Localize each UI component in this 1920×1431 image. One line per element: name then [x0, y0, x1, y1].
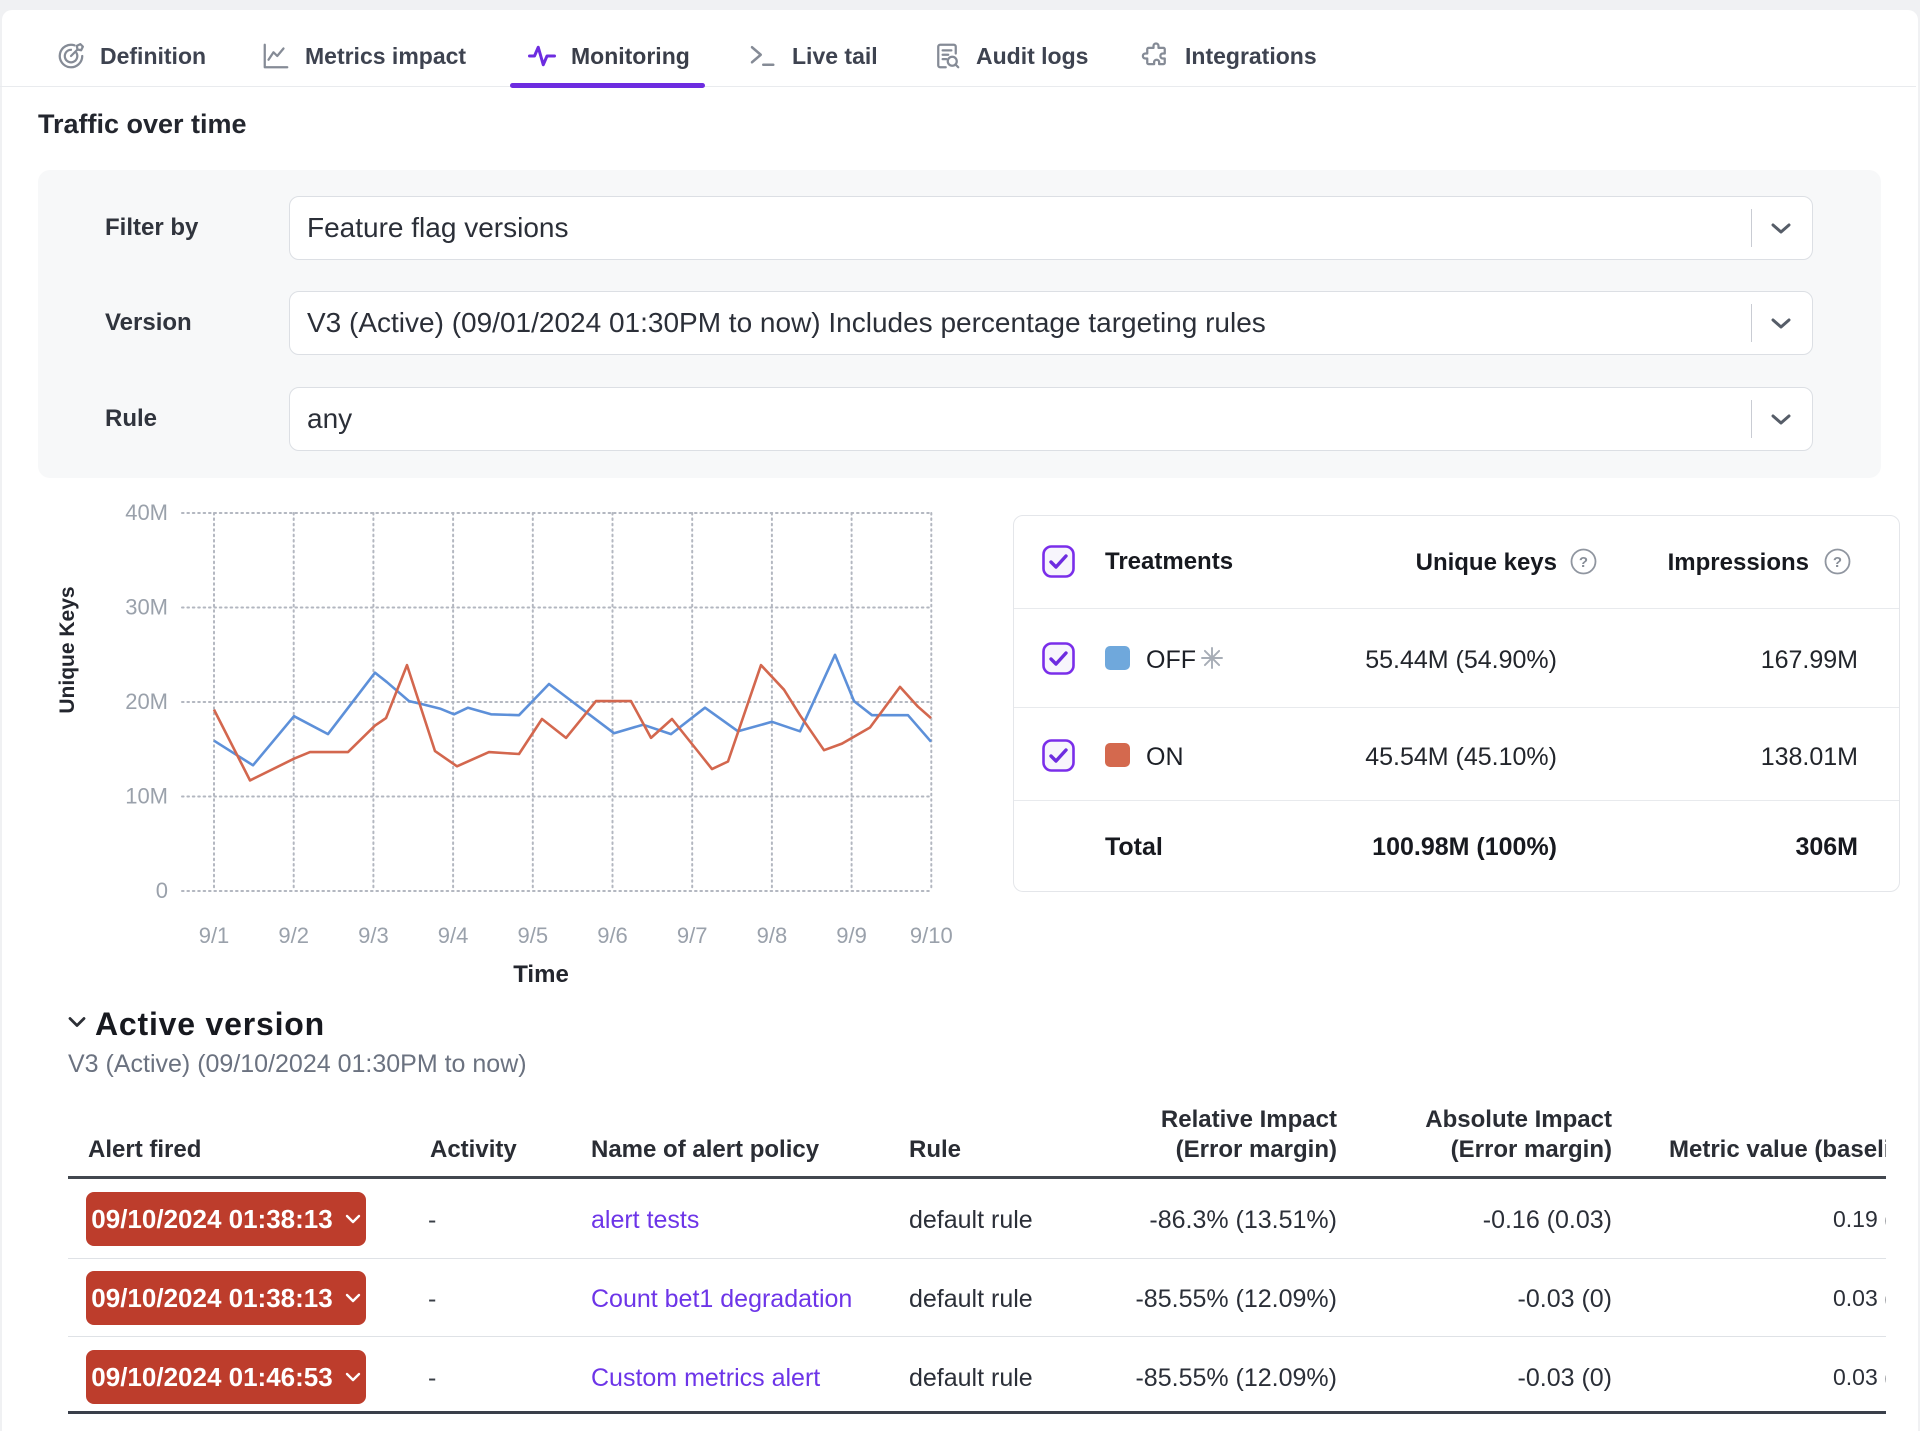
svg-text:9/6: 9/6: [597, 923, 628, 948]
svg-text:9/9: 9/9: [836, 923, 867, 948]
svg-text:40M: 40M: [125, 500, 168, 525]
svg-text:Time: Time: [513, 961, 569, 988]
svg-text:20M: 20M: [125, 689, 168, 714]
svg-text:9/5: 9/5: [518, 923, 549, 948]
svg-text:9/7: 9/7: [677, 923, 708, 948]
svg-text:9/8: 9/8: [757, 923, 788, 948]
svg-text:Unique Keys: Unique Keys: [56, 586, 79, 713]
svg-text:9/2: 9/2: [278, 923, 309, 948]
svg-text:9/4: 9/4: [438, 923, 469, 948]
svg-text:0: 0: [156, 878, 168, 903]
svg-text:9/1: 9/1: [199, 923, 230, 948]
svg-text:9/10: 9/10: [910, 923, 953, 948]
svg-text:?: ?: [1833, 554, 1842, 571]
svg-text:30M: 30M: [125, 595, 168, 620]
svg-text:10M: 10M: [125, 784, 168, 809]
svg-text:9/3: 9/3: [358, 923, 389, 948]
